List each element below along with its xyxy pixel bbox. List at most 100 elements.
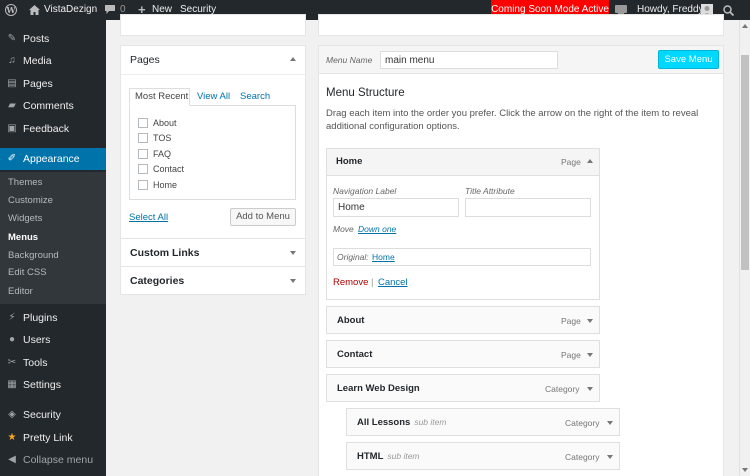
save-menu-button[interactable]: Save Menu	[658, 50, 719, 69]
title-attribute-input[interactable]	[465, 198, 591, 217]
comment-icon: ▰	[8, 100, 16, 111]
original-label: Original:	[337, 252, 369, 262]
sidebar-item-feedback[interactable]: ▣ Feedback	[0, 118, 106, 140]
sub-item-tag: sub item	[414, 417, 447, 427]
page-checkbox[interactable]	[138, 164, 148, 174]
home-icon	[29, 0, 40, 20]
plug-icon: ⚡	[8, 312, 16, 323]
expand-arrow-icon[interactable]	[587, 387, 593, 391]
menu-item-title: About	[337, 315, 365, 326]
menu-item-title-text: All Lessons	[357, 417, 411, 428]
pin-icon: ✎	[7, 33, 17, 44]
sidebar-item-tools[interactable]: ✂ Tools	[0, 352, 106, 374]
sidebar-item-label: Collapse menu	[23, 454, 94, 466]
comment-bubble-icon[interactable]	[105, 0, 115, 20]
page-checkbox[interactable]	[138, 149, 148, 159]
select-all-link[interactable]: Select All	[129, 212, 168, 223]
page-checkbox-label: TOS	[153, 133, 172, 143]
scroll-up-icon[interactable]	[742, 24, 748, 28]
sidebar-item-pages[interactable]: ▤ Pages	[0, 73, 106, 95]
menu-item-all-lessons[interactable]: All Lessons sub item Category	[346, 408, 620, 436]
collapse-arrow-icon[interactable]	[587, 159, 593, 163]
pages-panel-divider	[121, 74, 305, 75]
collapse-arrow-icon[interactable]	[290, 57, 296, 61]
search-icon[interactable]	[723, 0, 735, 20]
sidebar-item-label: Media	[23, 55, 52, 67]
submenu-menus[interactable]: Menus	[8, 231, 38, 245]
add-to-menu-button[interactable]: Add to Menu	[230, 208, 296, 226]
menu-item-title: Home	[336, 156, 363, 167]
menu-name-input[interactable]	[380, 51, 558, 69]
menu-item-type: Page	[561, 157, 581, 167]
scrollbar-thumb[interactable]	[741, 55, 749, 270]
submenu-customize[interactable]: Customize	[8, 194, 53, 208]
sidebar-item-appearance[interactable]: ✐ Appearance	[0, 148, 106, 170]
menu-instructions: Drag each item into the order you prefer…	[326, 108, 699, 132]
sidebar-item-users[interactable]: ● Users	[0, 329, 106, 351]
sidebar-item-comments[interactable]: ▰ Comments	[0, 95, 106, 117]
menu-item-title-text: HTML	[357, 451, 384, 462]
title-attribute-caption: Title Attribute	[465, 186, 515, 196]
sidebar-item-pretty-link[interactable]: ★ Pretty Link	[0, 427, 106, 449]
top-right-panel-edge	[318, 14, 724, 36]
menu-item-learn-web-design[interactable]: Learn Web Design Category	[326, 374, 600, 402]
menu-item-home[interactable]	[326, 148, 600, 176]
sidebar-item-label: Pretty Link	[23, 432, 73, 444]
submenu-editor[interactable]: Editor	[8, 285, 33, 299]
expand-arrow-icon[interactable]	[587, 353, 593, 357]
action-separator: |	[371, 277, 374, 288]
menu-item-type: Page	[561, 350, 581, 360]
scroll-down-icon[interactable]	[742, 468, 748, 472]
sidebar-item-security[interactable]: ◈ Security	[0, 404, 106, 426]
navigation-label-caption: Navigation Label	[333, 186, 397, 196]
sidebar-item-plugins[interactable]: ⚡ Plugins	[0, 307, 106, 329]
sidebar-item-media[interactable]: ♫ Media	[0, 50, 106, 72]
menu-item-about[interactable]: About Page	[326, 306, 600, 334]
categories-title[interactable]: Categories	[130, 275, 184, 287]
site-name-link[interactable]: VistaDezign	[44, 0, 97, 20]
tab-view-all[interactable]: View All	[197, 87, 230, 107]
custom-links-title[interactable]: Custom Links	[130, 247, 199, 259]
menu-name-label: Menu Name	[326, 55, 373, 65]
page-checkbox[interactable]	[138, 133, 148, 143]
brush-icon: ✐	[7, 153, 17, 164]
submenu-themes[interactable]: Themes	[8, 176, 42, 190]
sidebar-item-label: Posts	[23, 33, 50, 45]
sub-item-tag: sub item	[387, 451, 420, 461]
sidebar-item-settings[interactable]: ▦ Settings	[0, 374, 106, 396]
page-checkbox[interactable]	[138, 180, 148, 190]
expand-arrow-icon[interactable]	[290, 279, 296, 283]
page-checkbox-label: Home	[153, 180, 178, 190]
sidebar-item-label: Users	[23, 334, 51, 346]
menu-item-type: Category	[545, 384, 580, 394]
shield-icon: ◈	[8, 409, 16, 420]
wordpress-logo-icon[interactable]: W	[5, 0, 17, 20]
cancel-link[interactable]: Cancel	[378, 277, 408, 288]
tab-search[interactable]: Search	[240, 87, 270, 107]
menu-item-html[interactable]: HTML sub item Category	[346, 442, 620, 470]
submenu-background[interactable]: Background	[8, 249, 59, 263]
sidebar-item-posts[interactable]: ✎ Posts	[0, 28, 106, 50]
expand-arrow-icon[interactable]	[587, 319, 593, 323]
expand-arrow-icon[interactable]	[607, 421, 613, 425]
page-checkbox[interactable]	[138, 118, 148, 128]
custom-links-divider	[121, 238, 305, 239]
sidebar-item-label: Tools	[23, 357, 48, 369]
move-down-one-link[interactable]: Down one	[358, 224, 396, 234]
sidebar-item-collapse[interactable]: ◀ Collapse menu	[0, 449, 106, 471]
expand-arrow-icon[interactable]	[290, 251, 296, 255]
original-link[interactable]: Home	[372, 252, 395, 262]
expand-arrow-icon[interactable]	[607, 455, 613, 459]
sidebar-item-label: Feedback	[23, 123, 70, 135]
menu-item-type: Page	[561, 316, 581, 326]
remove-link[interactable]: Remove	[333, 277, 368, 288]
wrench-icon: ✂	[7, 357, 17, 368]
move-label: Move	[333, 224, 354, 234]
submenu-edit-css[interactable]: Edit CSS	[8, 266, 47, 280]
menu-item-contact[interactable]: Contact Page	[326, 340, 600, 368]
submenu-widgets[interactable]: Widgets	[8, 212, 42, 226]
navigation-label-input[interactable]	[333, 198, 459, 217]
sidebar-item-label: Plugins	[23, 312, 58, 324]
tab-most-recent-label[interactable]: Most Recent	[135, 87, 188, 107]
pages-panel-title[interactable]: Pages	[130, 54, 160, 66]
